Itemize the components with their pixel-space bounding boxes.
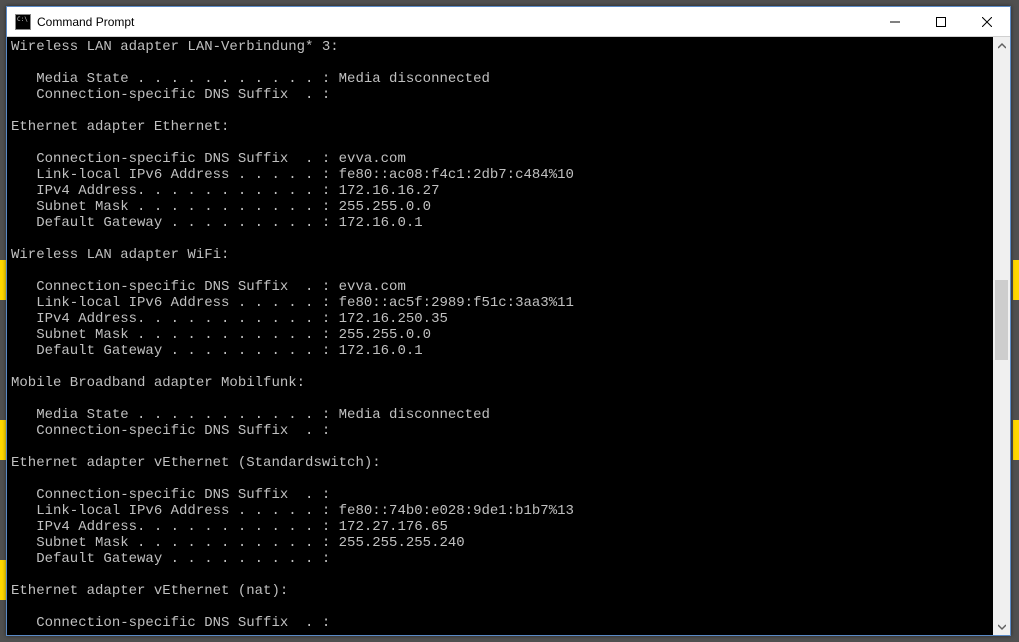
minimize-button[interactable]: [872, 7, 918, 37]
background-marker: [1013, 260, 1019, 300]
maximize-button[interactable]: [918, 7, 964, 37]
chevron-down-icon: [998, 623, 1006, 631]
command-prompt-window: Command Prompt Wireless LAN adapter LAN-…: [6, 6, 1011, 636]
maximize-icon: [936, 17, 946, 27]
scrollbar-track[interactable]: [993, 54, 1010, 618]
scroll-down-button[interactable]: [993, 618, 1010, 635]
cmd-icon: [15, 14, 31, 30]
window-titlebar[interactable]: Command Prompt: [7, 7, 1010, 37]
scrollbar-thumb[interactable]: [995, 280, 1008, 360]
minimize-icon: [890, 17, 900, 27]
close-icon: [982, 17, 992, 27]
chevron-up-icon: [998, 42, 1006, 50]
scroll-up-button[interactable]: [993, 37, 1010, 54]
console-output[interactable]: Wireless LAN adapter LAN-Verbindung* 3: …: [7, 37, 993, 635]
close-button[interactable]: [964, 7, 1010, 37]
background-marker: [1013, 420, 1019, 460]
console-container: Wireless LAN adapter LAN-Verbindung* 3: …: [7, 37, 1010, 635]
vertical-scrollbar[interactable]: [993, 37, 1010, 635]
window-title: Command Prompt: [37, 15, 134, 29]
